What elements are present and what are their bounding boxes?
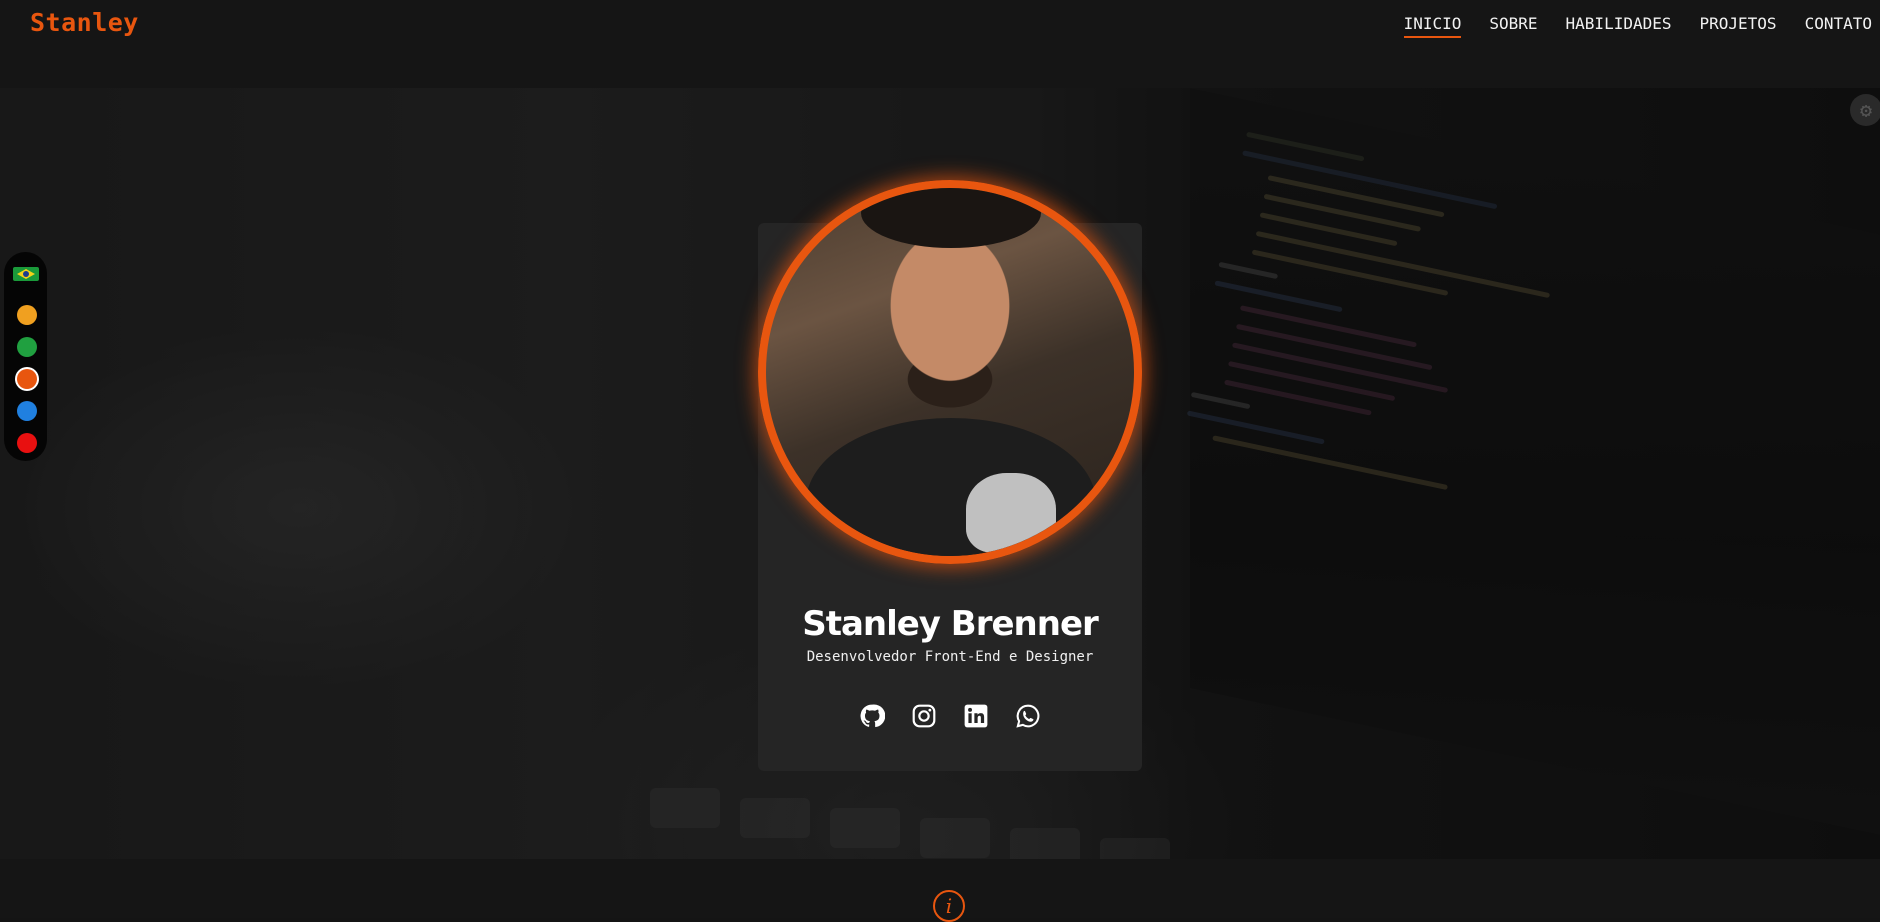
profile-name: Stanley Brenner (802, 604, 1099, 644)
avatar (758, 180, 1142, 564)
avatar-hair (861, 188, 1041, 248)
color-swatch-deep-orange[interactable] (17, 369, 37, 389)
github-icon[interactable] (859, 703, 885, 729)
social-links (758, 703, 1142, 729)
color-swatch-green[interactable] (17, 337, 37, 357)
brand-logo[interactable]: Stanley (30, 8, 139, 37)
theme-switcher (4, 252, 47, 461)
instagram-icon[interactable] (911, 703, 937, 729)
avatar-shirt (806, 418, 1096, 556)
nav-item-sobre[interactable]: SOBRE (1489, 14, 1537, 38)
color-swatch-orange[interactable] (17, 305, 37, 325)
linkedin-icon[interactable] (963, 703, 989, 729)
settings-gear-icon[interactable]: ⚙ (1850, 94, 1880, 126)
profile-role: Desenvolvedor Front-End e Designer (806, 649, 1094, 665)
nav-item-projetos[interactable]: PROJETOS (1700, 14, 1777, 38)
whatsapp-icon[interactable] (1015, 703, 1041, 729)
nav-item-inicio[interactable]: INICIO (1403, 14, 1462, 38)
avatar-patch (966, 473, 1056, 553)
color-swatch-blue[interactable] (17, 401, 37, 421)
info-icon: i (933, 890, 965, 922)
nav-item-habilidades[interactable]: HABILIDADES (1566, 14, 1672, 38)
color-swatch-red[interactable] (17, 433, 37, 453)
nav-item-contato[interactable]: CONTATO (1805, 14, 1872, 38)
header: Stanley INICIO SOBRE HABILIDADES PROJETO… (0, 0, 1880, 88)
main-nav: INICIO SOBRE HABILIDADES PROJETOS CONTAT… (1403, 14, 1872, 38)
brazil-flag-icon[interactable] (13, 267, 39, 281)
